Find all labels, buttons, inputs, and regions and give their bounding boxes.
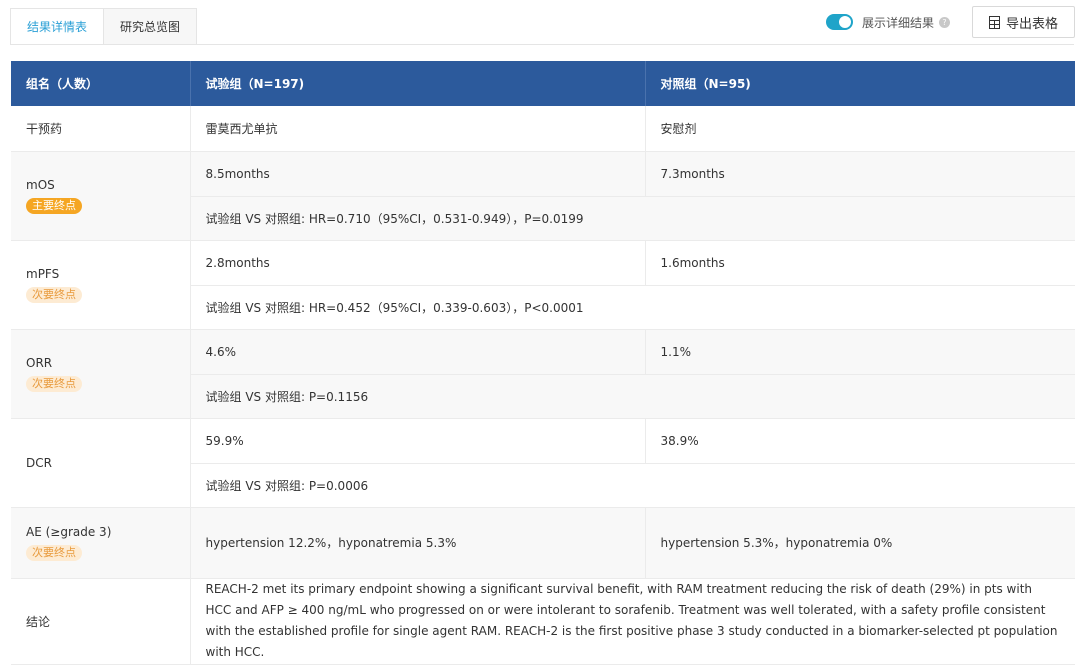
secondary-endpoint-badge: 次要终点 bbox=[26, 544, 82, 561]
comparison-cell: 试验组 VS 对照组: P=0.0006 bbox=[190, 463, 1075, 508]
control-cell: 7.3months bbox=[645, 151, 1075, 197]
tab-study-overview[interactable]: 研究总览图 bbox=[104, 8, 198, 45]
comparison-cell: 试验组 VS 对照组: HR=0.452（95%CI，0.339-0.603），… bbox=[190, 285, 1075, 330]
show-detail-toggle[interactable] bbox=[826, 14, 853, 30]
secondary-endpoint-badge: 次要终点 bbox=[26, 375, 82, 392]
tab-divider bbox=[10, 44, 1074, 45]
export-table-button[interactable]: 导出表格 bbox=[972, 6, 1075, 38]
table-row-orr-values: ORR 次要终点 4.6% 1.1% bbox=[11, 329, 1075, 419]
row-label: ORR bbox=[26, 355, 53, 370]
row-label: 干预药 bbox=[11, 106, 191, 152]
table-row-ae: AE (≥grade 3) 次要终点 hypertension 12.2%，hy… bbox=[11, 507, 1075, 579]
table-header-row: 组名（人数） 试验组（N=197) 对照组（N=95) bbox=[11, 61, 1075, 106]
comparison-cell: 试验组 VS 对照组: HR=0.710（95%CI，0.531-0.949），… bbox=[190, 196, 1075, 241]
primary-endpoint-badge: 主要终点 bbox=[26, 197, 82, 214]
table-row-intervention: 干预药 雷莫西尤单抗 安慰剂 bbox=[11, 106, 1075, 152]
row-label-cell: mPFS 次要终点 bbox=[11, 240, 191, 330]
trial-cell: 8.5months bbox=[190, 151, 646, 197]
result-table: 组名（人数） 试验组（N=197) 对照组（N=95) 干预药 雷莫西尤单抗 安… bbox=[11, 61, 1075, 665]
row-label-cell: DCR bbox=[11, 418, 191, 508]
row-label: mPFS bbox=[26, 266, 60, 281]
row-label-cell: ORR 次要终点 bbox=[11, 329, 191, 419]
trial-cell: 雷莫西尤单抗 bbox=[190, 106, 646, 152]
row-label: 结论 bbox=[11, 578, 191, 665]
header-control-group: 对照组（N=95) bbox=[645, 61, 1075, 106]
trial-cell: 59.9% bbox=[190, 418, 646, 464]
control-cell: hypertension 5.3%，hyponatremia 0% bbox=[645, 507, 1075, 579]
comparison-cell: 试验组 VS 对照组: P=0.1156 bbox=[190, 374, 1075, 419]
row-label-cell: mOS 主要终点 bbox=[11, 151, 191, 241]
control-cell: 1.6months bbox=[645, 240, 1075, 286]
table-row-dcr-values: DCR 59.9% 38.9% bbox=[11, 418, 1075, 508]
trial-cell: 2.8months bbox=[190, 240, 646, 286]
tab-bar: 结果详情表 研究总览图 bbox=[10, 8, 198, 45]
question-circle-icon[interactable]: ? bbox=[939, 16, 951, 28]
table-row-conclusion: 结论 REACH-2 met its primary endpoint show… bbox=[11, 578, 1075, 665]
table-row-mos-values: mOS 主要终点 8.5months 7.3months bbox=[11, 151, 1075, 241]
control-cell: 安慰剂 bbox=[645, 106, 1075, 152]
export-table-label: 导出表格 bbox=[1005, 16, 1058, 32]
secondary-endpoint-badge: 次要终点 bbox=[26, 286, 82, 303]
row-label: mOS bbox=[26, 177, 55, 192]
detail-toggle-group: 展示详细结果 ? bbox=[826, 12, 951, 32]
trial-cell: 4.6% bbox=[190, 329, 646, 375]
top-bar: 结果详情表 研究总览图 展示详细结果 ? 导出表格 bbox=[0, 0, 1080, 46]
table-row-mpfs-values: mPFS 次要终点 2.8months 1.6months bbox=[11, 240, 1075, 330]
header-trial-group: 试验组（N=197) bbox=[190, 61, 646, 106]
control-cell: 1.1% bbox=[645, 329, 1075, 375]
header-group-name: 组名（人数） bbox=[11, 61, 191, 106]
row-label-cell: AE (≥grade 3) 次要终点 bbox=[11, 507, 191, 579]
export-table-icon bbox=[988, 15, 1000, 29]
row-label: AE (≥grade 3) bbox=[26, 524, 112, 539]
show-detail-label: 展示详细结果 bbox=[862, 15, 935, 30]
row-label: DCR bbox=[26, 455, 52, 470]
conclusion-text: REACH-2 met its primary endpoint showing… bbox=[190, 578, 1075, 665]
trial-cell: hypertension 12.2%，hyponatremia 5.3% bbox=[190, 507, 646, 579]
control-cell: 38.9% bbox=[645, 418, 1075, 464]
tab-result-detail[interactable]: 结果详情表 bbox=[10, 8, 105, 45]
toggle-knob bbox=[839, 16, 851, 28]
